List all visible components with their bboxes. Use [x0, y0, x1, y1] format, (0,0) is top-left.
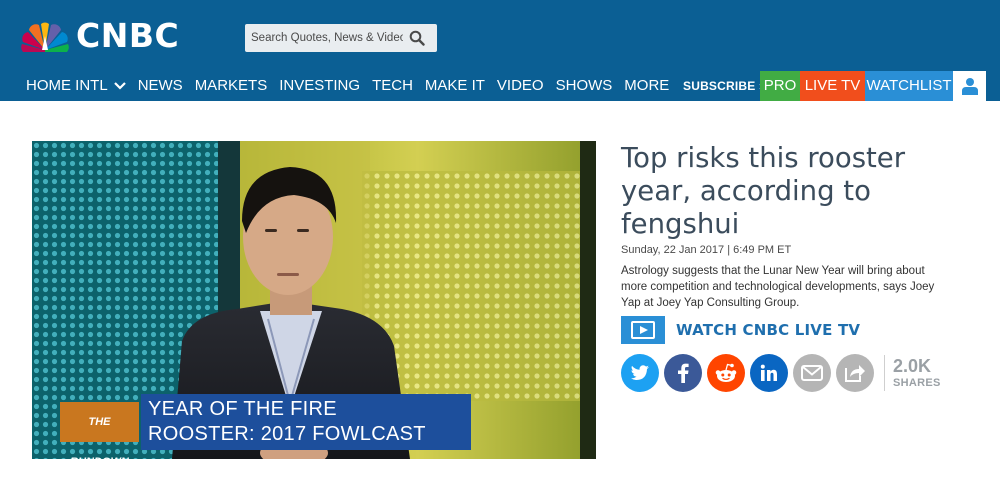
main-nav: HOME INTL NEWS MARKETS INVESTING TECH MA… — [0, 71, 675, 101]
nav-item-tech[interactable]: TECH — [366, 71, 419, 101]
nav-item-home-intl[interactable]: HOME INTL — [0, 71, 132, 101]
peacock-icon — [21, 22, 69, 52]
twitter-icon — [630, 365, 649, 380]
headline-line: Top risks this rooster — [621, 142, 906, 174]
nav-item-video[interactable]: VIDEO — [491, 71, 550, 101]
email-share-button[interactable] — [793, 354, 831, 392]
article-headline[interactable]: Top risks this rooster year, according t… — [621, 142, 981, 241]
facebook-share-button[interactable] — [664, 354, 702, 392]
nav-item-investing[interactable]: INVESTING — [273, 71, 366, 101]
user-icon — [961, 78, 978, 95]
reddit-share-button[interactable] — [707, 354, 745, 392]
user-account-button[interactable] — [953, 71, 986, 101]
email-icon — [801, 365, 823, 381]
pro-button[interactable]: PRO — [760, 71, 800, 101]
nav-item-more[interactable]: MORE — [618, 71, 675, 101]
show-tag: THE RUNDOWN — [60, 402, 139, 459]
search-bar[interactable] — [245, 24, 437, 52]
watchlist-button[interactable]: WATCHLIST — [865, 71, 953, 101]
summary-line: more competition and technological devel… — [621, 281, 935, 293]
subscribe-link[interactable]: SUBSCRIBE › — [683, 71, 763, 101]
summary-line: Yap at Joey Yap Consulting Group. — [621, 297, 800, 309]
video-caption: YEAR OF THE FIRE ROOSTER: 2017 FOWLCAST — [141, 394, 471, 450]
facebook-icon — [678, 363, 689, 383]
summary-line: Astrology suggests that the Lunar New Ye… — [621, 265, 925, 277]
headline-line: fengshui — [621, 208, 740, 240]
nav-item-markets[interactable]: MARKETS — [189, 71, 274, 101]
search-input[interactable] — [245, 24, 403, 52]
site-header: CNBC HOME INTL NEWS MARKETS INVESTING TE… — [0, 0, 1000, 101]
more-share-button[interactable] — [836, 354, 874, 392]
share-bar: 2.0K SHARES — [621, 354, 941, 392]
nav-item-news[interactable]: NEWS — [132, 71, 189, 101]
video-lower-third: THE RUNDOWN YEAR OF THE FIRE ROOSTER: 20… — [60, 394, 471, 459]
share-count: 2.0K — [893, 356, 932, 376]
share-count-label: SHARES — [893, 377, 941, 389]
live-tv-button[interactable]: LIVE TV — [800, 71, 865, 101]
linkedin-icon — [760, 364, 777, 381]
cnbc-logo[interactable]: CNBC — [20, 16, 179, 56]
twitter-share-button[interactable] — [621, 354, 659, 392]
watch-live-tv-link[interactable]: WATCH CNBC LIVE TV — [621, 316, 860, 344]
article-summary: Astrology suggests that the Lunar New Ye… — [621, 263, 973, 311]
reddit-icon — [715, 363, 737, 382]
video-player[interactable]: THE RUNDOWN YEAR OF THE FIRE ROOSTER: 20… — [32, 141, 596, 459]
share-divider — [884, 355, 885, 391]
share-count-box: 2.0K SHARES — [893, 356, 941, 390]
nav-item-make-it[interactable]: MAKE IT — [419, 71, 491, 101]
headline-line: year, according to — [621, 175, 871, 207]
nav-label: HOME INTL — [26, 77, 108, 94]
watch-live-label: WATCH CNBC LIVE TV — [676, 321, 861, 339]
share-icon — [845, 365, 865, 382]
video-play-icon — [621, 316, 665, 344]
caption-line: YEAR OF THE FIRE — [148, 398, 337, 420]
nav-item-shows[interactable]: SHOWS — [550, 71, 619, 101]
search-icon[interactable] — [409, 30, 425, 46]
article-dateline: Sunday, 22 Jan 2017 | 6:49 PM ET — [621, 244, 792, 256]
linkedin-share-button[interactable] — [750, 354, 788, 392]
chevron-down-icon — [113, 82, 126, 90]
logo-wordmark: CNBC — [76, 16, 180, 55]
caption-line: ROOSTER: 2017 FOWLCAST — [148, 423, 426, 445]
